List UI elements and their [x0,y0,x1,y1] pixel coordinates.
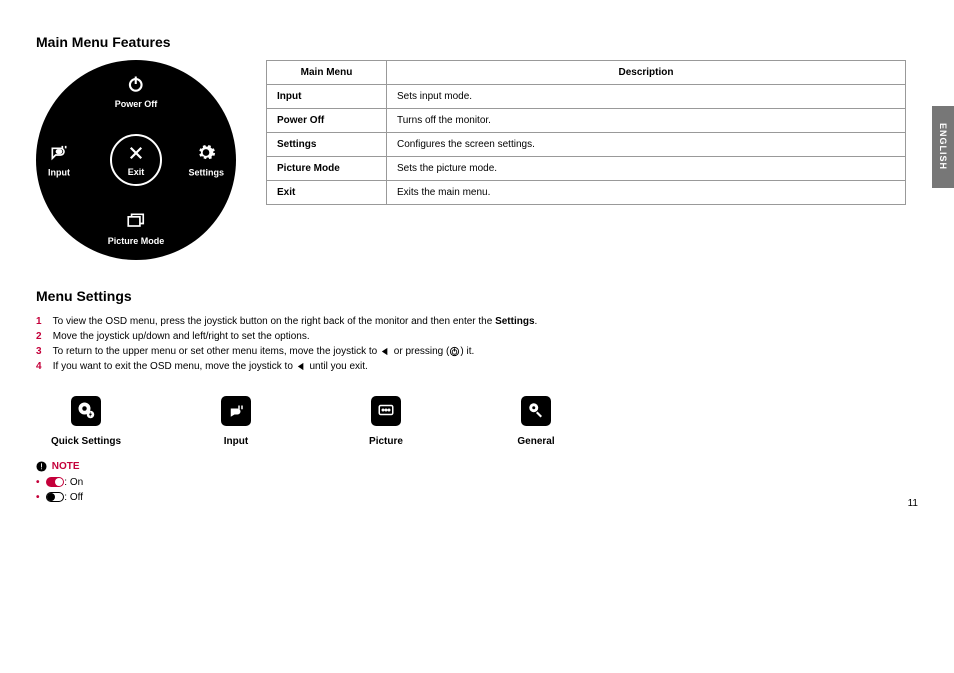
steps-list: 1 To view the OSD menu, press the joysti… [36,314,918,374]
step-3: 3 To return to the upper menu or set oth… [36,344,918,359]
main-menu-features-heading: Main Menu Features [36,34,918,50]
page-number: 11 [908,498,918,509]
table-head-desc: Description [387,61,906,85]
input-item: Input [196,396,276,447]
gear-bolt-icon [77,401,95,422]
close-icon [127,144,145,165]
triangle-left-icon [380,346,391,357]
dial-right: Settings [188,143,224,178]
settings-icons-row: Quick Settings Input Picture General [46,396,918,447]
general-item: General [496,396,576,447]
toggle-off-icon [46,492,64,502]
step-2: 2 Move the joystick up/down and left/rig… [36,329,918,344]
table-row: Power OffTurns off the monitor. [267,109,906,133]
note-heading: NOTE [36,461,918,472]
table-row: ExitExits the main menu. [267,181,906,205]
step-4: 4 If you want to exit the OSD menu, move… [36,359,918,374]
menu-settings-heading: Menu Settings [36,288,918,304]
dial-left: Input [48,143,70,178]
power-icon [126,74,146,97]
dial-center: Exit [110,134,162,186]
table-row: SettingsConfigures the screen settings. [267,133,906,157]
note-on: • : On [36,477,918,488]
picture-icon [377,401,395,422]
plug-icon [227,401,245,422]
table-row: InputSets input mode. [267,85,906,109]
plug-icon [49,143,69,166]
triangle-left-icon [296,361,307,372]
language-tab: ENGLISH [932,106,954,188]
dial-top: Power Off [115,74,158,109]
picture-item: Picture [346,396,426,447]
dial-diagram: Power Off Settings Picture Mode [36,60,236,260]
note-icon [36,462,49,473]
toggle-on-icon [46,477,64,487]
wrench-gear-icon [527,401,545,422]
step-1: 1 To view the OSD menu, press the joysti… [36,314,918,329]
picture-mode-icon [126,211,146,234]
gear-icon [196,143,216,166]
quick-settings-item: Quick Settings [46,396,126,447]
table-head-menu: Main Menu [267,61,387,85]
table-row: Picture ModeSets the picture mode. [267,157,906,181]
dial-bottom: Picture Mode [108,211,165,246]
note-off: • : Off [36,492,918,503]
power-icon [449,346,460,357]
main-menu-table: Main Menu Description InputSets input mo… [266,60,906,205]
